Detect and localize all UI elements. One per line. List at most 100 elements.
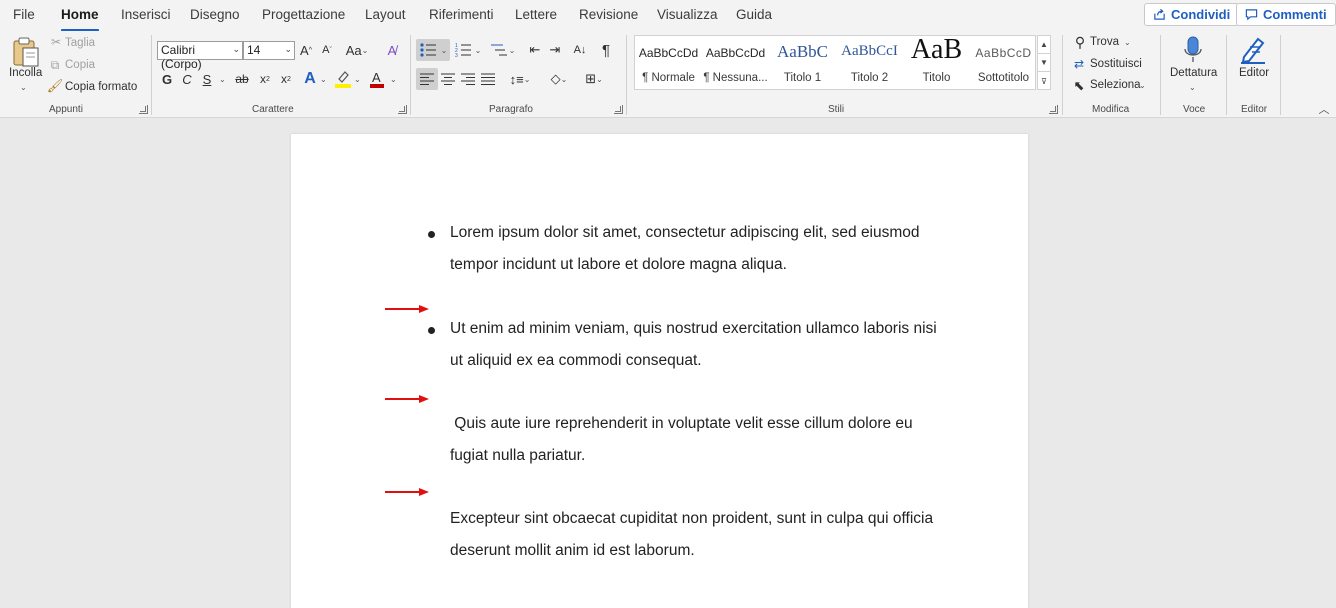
red-arrow-icon (385, 395, 429, 403)
superscript-icon[interactable]: x2 (278, 71, 294, 87)
font-color-icon[interactable]: A (369, 69, 385, 89)
tab-file[interactable]: File (13, 7, 35, 22)
editor-button[interactable]: Editor (1239, 67, 1269, 79)
tab-revisione[interactable]: Revisione (579, 7, 638, 22)
document-page[interactable]: Lorem ipsum dolor sit amet, consectetur … (291, 134, 1028, 608)
tab-guida[interactable]: Guida (736, 7, 772, 22)
sort-icon[interactable]: A↓ (571, 41, 589, 59)
style-title[interactable]: AaB Titolo (903, 34, 970, 91)
style-no-spacing[interactable]: AaBbCcDd ¶ Nessuna... (702, 36, 769, 91)
format-painter-button[interactable]: Copia formato (65, 81, 137, 93)
text-line: tempor incidunt ut labore et dolore magn… (450, 256, 787, 273)
borders-icon[interactable]: ⊞ ⌄ (578, 71, 610, 87)
more-styles-icon[interactable]: ⊽ (1038, 72, 1050, 90)
increase-indent-icon[interactable]: ⇥ (546, 41, 564, 59)
decrease-indent-icon[interactable]: ⇤ (526, 41, 544, 59)
share-button[interactable]: Condividi (1144, 3, 1240, 26)
tab-riferimenti[interactable]: Riferimenti (429, 7, 494, 22)
align-center-icon[interactable] (440, 71, 456, 87)
font-name-select[interactable]: Calibri (Corpo) ⌄ (157, 41, 243, 71)
dictate-button[interactable]: Dettatura (1170, 67, 1217, 79)
tab-inserisci[interactable]: Inserisci (121, 7, 171, 22)
bold-button[interactable]: G (160, 71, 174, 87)
align-left-button[interactable] (416, 68, 438, 90)
select-button[interactable]: Seleziona (1090, 79, 1141, 91)
paste-icon[interactable] (10, 35, 42, 69)
tab-layout[interactable]: Layout (365, 7, 406, 22)
share-icon (1154, 8, 1165, 20)
text-line: Excepteur sint obcaecat cupiditat non pr… (450, 510, 934, 527)
multilevel-list-icon (490, 44, 507, 56)
style-name: Sottotitolo (977, 72, 1030, 84)
paragraph-launcher-icon[interactable] (614, 105, 623, 114)
paste-chevron-down-icon[interactable]: ⌄ (20, 83, 27, 92)
change-case-button[interactable]: Aa ⌄ (344, 42, 370, 58)
paragraph-group-label: Paragrafo (489, 104, 533, 115)
numbering-icon: 123 (455, 43, 471, 58)
editor-icon[interactable] (1238, 33, 1268, 65)
voice-group-label: Voce (1183, 104, 1206, 115)
dictate-chevron-down-icon[interactable]: ⌄ (1189, 83, 1196, 92)
select-chevron-down-icon[interactable]: ⌄ (1139, 81, 1146, 90)
separator (151, 35, 152, 115)
clear-formatting-icon[interactable]: A̸ (383, 41, 401, 59)
chevron-down-icon: ⌄ (232, 44, 240, 54)
font-size-value: 14 (247, 43, 261, 57)
comments-button[interactable]: Commenti (1236, 3, 1336, 26)
clipboard-launcher-icon[interactable] (139, 105, 148, 114)
red-arrow-icon (385, 305, 429, 313)
tab-lettere[interactable]: Lettere (515, 7, 557, 22)
chevron-down-icon[interactable]: ▼ (1038, 54, 1050, 72)
strikethrough-button[interactable]: ab (233, 71, 251, 87)
justify-icon[interactable] (480, 71, 496, 87)
style-heading-1[interactable]: AaBbC Titolo 1 (769, 36, 836, 91)
text-effects-icon[interactable]: A (302, 70, 318, 88)
find-chevron-down-icon[interactable]: ⌄ (1124, 38, 1131, 47)
italic-button[interactable]: C (180, 71, 194, 87)
pilcrow-icon[interactable]: ¶ (599, 41, 613, 59)
text-line: fugiat nulla pariatur. (450, 447, 586, 464)
font-size-select[interactable]: 14 ⌄ (243, 41, 295, 60)
copy-button[interactable]: Copia (65, 59, 95, 71)
style-subtitle[interactable]: AaBbCcD Sottotitolo (970, 36, 1037, 91)
style-heading-2[interactable]: AaBbCcI Titolo 2 (836, 36, 903, 91)
underline-button[interactable]: S (200, 71, 214, 87)
shading-icon[interactable]: ◇ ⌄ (545, 71, 573, 87)
align-right-icon[interactable] (460, 71, 476, 87)
text-line: Quis aute iure reprehenderit in voluptat… (450, 415, 913, 432)
multilevel-list-button[interactable]: ⌄ (486, 39, 518, 61)
tab-progettazione[interactable]: Progettazione (262, 7, 345, 22)
underline-chevron-down-icon[interactable]: ⌄ (219, 75, 226, 84)
chevron-up-icon[interactable]: ▲ (1038, 36, 1050, 54)
cursor-icon: ⬉ (1073, 78, 1085, 93)
highlight-icon[interactable] (334, 69, 352, 89)
style-preview: AaBbCcDd (638, 46, 699, 60)
text-effects-chevron-down-icon[interactable]: ⌄ (320, 75, 327, 84)
bullet-marker (428, 327, 435, 334)
find-button[interactable]: Trova (1090, 36, 1119, 48)
styles-launcher-icon[interactable] (1049, 105, 1058, 114)
styles-group-label: Stili (828, 104, 845, 115)
style-normal[interactable]: AaBbCcDd ¶ Normale (635, 36, 702, 91)
replace-button[interactable]: Sostituisci (1090, 58, 1142, 70)
shrink-font-icon[interactable]: Aˇ (320, 42, 334, 58)
font-color-chevron-down-icon[interactable]: ⌄ (390, 75, 397, 84)
tab-home[interactable]: Home (61, 7, 99, 32)
paste-button[interactable]: Incolla (9, 67, 42, 79)
highlight-chevron-down-icon[interactable]: ⌄ (354, 75, 361, 84)
style-preview: AaBbC (777, 42, 828, 61)
tab-visualizza[interactable]: Visualizza (657, 7, 718, 22)
line-spacing-icon[interactable]: ↕≡ ⌄ (506, 71, 534, 87)
style-name: Titolo 1 (783, 72, 822, 84)
font-group-label: Carattere (252, 104, 294, 115)
collapse-ribbon-icon[interactable]: ︿ (1318, 103, 1330, 116)
numbering-button[interactable]: 1 2 3 ⌄ (452, 39, 484, 61)
separator (410, 35, 411, 115)
bullets-button[interactable]: ⌄ (416, 39, 450, 61)
font-launcher-icon[interactable] (398, 105, 407, 114)
tab-disegno[interactable]: Disegno (190, 7, 240, 22)
microphone-icon[interactable] (1180, 34, 1206, 66)
grow-font-icon[interactable]: A ^ (299, 42, 313, 58)
cut-button[interactable]: Taglia (65, 37, 95, 49)
subscript-icon[interactable]: x2 (257, 71, 273, 87)
